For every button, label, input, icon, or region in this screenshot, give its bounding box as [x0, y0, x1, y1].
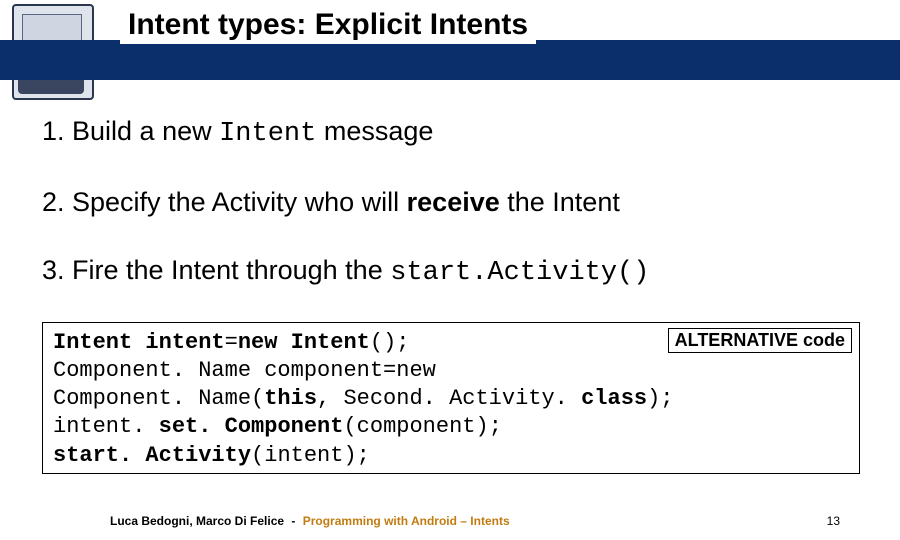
code-l1a: Intent intent	[53, 330, 225, 355]
step-2: 2. Specify the Activity who will receive…	[42, 186, 862, 220]
code-l4b: set. Component	[159, 414, 344, 439]
slide: Intent types: Explicit Intents 1. Build …	[0, 0, 900, 540]
code-l4c: (component);	[343, 414, 501, 439]
slide-title: Intent types: Explicit Intents	[120, 6, 536, 44]
step2-pre: 2. Specify the Activity who will	[42, 187, 407, 217]
step1-mono: Intent	[219, 119, 316, 149]
code-l3b: this	[264, 386, 317, 411]
code-l5b: (intent);	[251, 443, 370, 468]
footer-left: Luca Bedogni, Marco Di Felice - Programm…	[110, 514, 510, 528]
title-bar	[0, 40, 900, 80]
code-line-3: Component. Name(this, Second. Activity. …	[53, 385, 849, 413]
content-area: 1. Build a new Intent message 2. Specify…	[42, 115, 862, 324]
code-l3a: Component. Name(	[53, 386, 264, 411]
code-line-5: start. Activity(intent);	[53, 442, 849, 470]
step-1: 1. Build a new Intent message	[42, 115, 862, 152]
code-l1d: ();	[370, 330, 410, 355]
code-l2: Component. Name component=new	[53, 358, 436, 383]
footer-authors: Luca Bedogni, Marco Di Felice	[110, 514, 284, 528]
code-l4a: intent.	[53, 414, 159, 439]
alternative-code-label: ALTERNATIVE code	[668, 328, 852, 353]
code-line-4: intent. set. Component(component);	[53, 413, 849, 441]
page-number: 13	[827, 514, 840, 528]
step1-pre: 1. Build a new	[42, 116, 219, 146]
title-post: Explicit Intents	[306, 8, 528, 41]
step2-bold: receive	[407, 187, 500, 217]
step-3: 3. Fire the Intent through the start.Act…	[42, 254, 862, 291]
code-l3e: );	[647, 386, 673, 411]
footer-dash: -	[288, 514, 299, 528]
step3-mono: start.Activity()	[390, 258, 649, 288]
footer-topic: Programming with Android – Intents	[303, 514, 510, 528]
code-l5a: start. Activity	[53, 443, 251, 468]
step3-pre: 3. Fire the Intent through the	[42, 255, 390, 285]
step1-post: message	[316, 116, 433, 146]
step2-post: the Intent	[500, 187, 620, 217]
code-l3d: class	[581, 386, 647, 411]
code-l3c: , Second. Activity.	[317, 386, 581, 411]
code-l1c: new Intent	[238, 330, 370, 355]
title-emph: types:	[218, 8, 306, 41]
title-pre: Intent	[128, 8, 218, 41]
code-l1b: =	[225, 330, 238, 355]
code-line-2: Component. Name component=new	[53, 357, 849, 385]
